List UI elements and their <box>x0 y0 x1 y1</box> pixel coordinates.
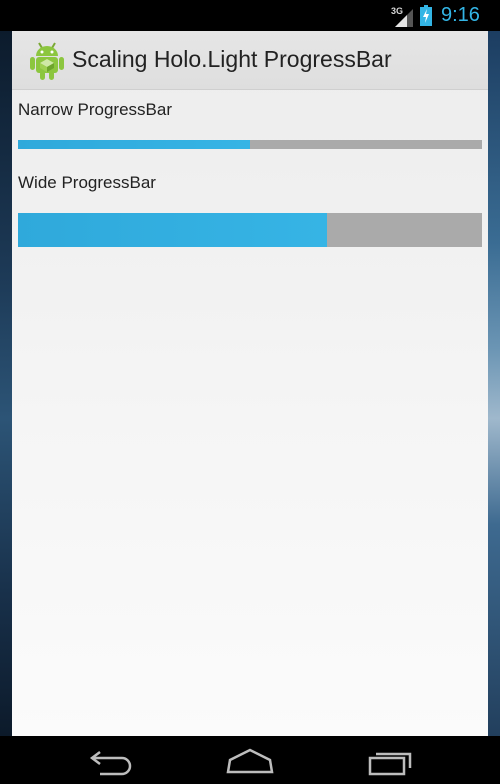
narrow-progressbar-label: Narrow ProgressBar <box>18 100 172 119</box>
back-icon <box>89 751 132 776</box>
home-icon <box>226 748 274 774</box>
status-time: 9:16 <box>441 4 480 26</box>
home-button[interactable] <box>220 744 280 780</box>
app-window: Scaling Holo.Light ProgressBar Narrow Pr… <box>12 31 488 736</box>
status-bar: 3G 9:16 <box>0 0 500 31</box>
back-button[interactable] <box>80 744 140 780</box>
recent-apps-button[interactable] <box>360 744 420 780</box>
narrow-progressbar-fill <box>18 140 250 149</box>
wallpaper-right <box>488 31 500 736</box>
recent-apps-icon <box>368 752 412 776</box>
wallpaper-left <box>0 31 12 736</box>
wide-progressbar <box>18 213 482 247</box>
wide-progressbar-label: Wide ProgressBar <box>18 173 156 192</box>
battery-charging-icon <box>420 5 432 26</box>
signal-icon <box>395 9 413 27</box>
android-app-icon[interactable] <box>28 41 66 81</box>
narrow-progressbar <box>18 140 482 149</box>
navigation-bar <box>0 736 500 784</box>
wide-progressbar-fill <box>18 213 327 247</box>
page-title: Scaling Holo.Light ProgressBar <box>72 46 392 72</box>
action-bar: Scaling Holo.Light ProgressBar <box>12 31 488 90</box>
